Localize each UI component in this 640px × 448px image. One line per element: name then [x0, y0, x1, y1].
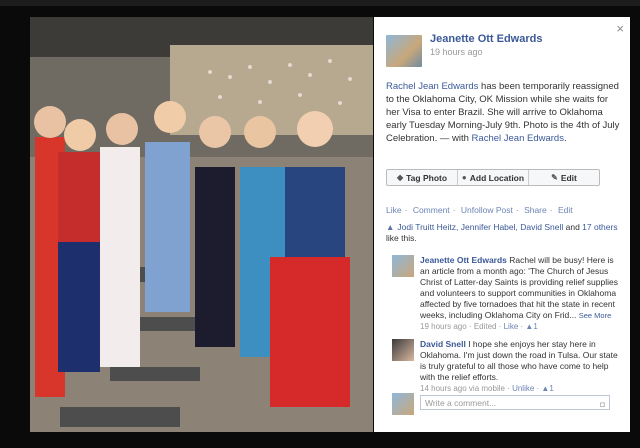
post-panel: × Jeanette Ott Edwards 19 hours ago Rach… — [374, 17, 630, 432]
caption-end: . — [563, 133, 567, 144]
others-link[interactable]: 17 others — [582, 222, 617, 232]
comment-like-count[interactable]: 1 — [533, 322, 537, 331]
comment-link[interactable]: Comment — [413, 205, 450, 215]
photo-actions: ◆ Tag Photo ● Add Location ✎ Edit — [386, 169, 600, 186]
comment-body: David Snell I hope she enjoys her stay h… — [420, 339, 618, 394]
with-person-link[interactable]: Rachel Jean Edwards — [472, 133, 564, 144]
edited-label[interactable]: Edited — [474, 322, 497, 331]
thumb-icon: ▲ — [386, 222, 395, 232]
top-bar — [0, 0, 640, 6]
commenter-name[interactable]: Jeanette Ott Edwards — [420, 255, 507, 265]
separator: · — [515, 205, 519, 215]
like-link[interactable]: Like — [386, 205, 402, 215]
commenter-name[interactable]: David Snell — [420, 339, 466, 349]
photo-viewer: × Jeanette Ott Edwards 19 hours ago Rach… — [0, 0, 640, 448]
commenter-avatar[interactable] — [392, 339, 414, 361]
likers-link[interactable]: Jodi Truitt Heitz, Jennifer Habel, David… — [397, 222, 563, 232]
likes-summary: ▲ Jodi Truitt Heitz, Jennifer Habel, Davi… — [386, 222, 620, 244]
location-pin-icon: ● — [461, 173, 467, 182]
author-name[interactable]: Jeanette Ott Edwards — [430, 33, 542, 45]
see-more-link[interactable]: See More — [579, 311, 612, 320]
comment-time[interactable]: 14 hours ago via mobile — [420, 384, 505, 393]
comment-meta: 19 hours ago · Edited · Like · ▲1 — [420, 322, 538, 331]
post-caption: Rachel Jean Edwards has been temporarily… — [386, 80, 620, 145]
comment-placeholder: Write a comment... — [425, 398, 497, 408]
comment-body: Jeanette Ott Edwards Rachel will be busy… — [420, 255, 618, 332]
edit-link[interactable]: Edit — [558, 205, 573, 215]
author-avatar[interactable] — [386, 35, 422, 67]
tag-icon: ◆ — [396, 173, 404, 182]
post-actions: Like · Comment · Unfollow Post · Share · Edi… — [386, 205, 576, 215]
tag-photo-label: Tag Photo — [406, 172, 448, 183]
share-link[interactable]: Share — [524, 205, 547, 215]
commenter-avatar[interactable] — [392, 255, 414, 277]
edit-label: Edit — [560, 172, 577, 183]
edit-button[interactable]: ✎ Edit — [529, 170, 599, 185]
comment-input[interactable]: Write a comment... ◘ — [420, 395, 610, 410]
separator: · — [549, 205, 553, 215]
close-icon[interactable]: × — [616, 21, 624, 36]
viewer-avatar — [392, 393, 414, 415]
separator: · — [404, 205, 408, 215]
likes-and: and — [563, 222, 583, 232]
comment-like-link[interactable]: Like — [504, 322, 519, 331]
separator: · — [452, 205, 456, 215]
comment-unlike-link[interactable]: Unlike — [512, 384, 534, 393]
unfollow-link[interactable]: Unfollow Post — [461, 205, 513, 215]
photo[interactable] — [30, 17, 373, 432]
comment-composer: Write a comment... ◘ — [392, 393, 614, 415]
post-time[interactable]: 19 hours ago — [430, 47, 483, 57]
add-location-button[interactable]: ● Add Location — [458, 170, 529, 185]
caption-person-link[interactable]: Rachel Jean Edwards — [386, 81, 478, 92]
comment-like-count[interactable]: 1 — [549, 384, 553, 393]
likes-end: like this. — [386, 233, 417, 243]
tag-photo-button[interactable]: ◆ Tag Photo — [387, 170, 458, 185]
comment-time[interactable]: 19 hours ago — [420, 322, 467, 331]
camera-icon[interactable]: ◘ — [600, 397, 605, 412]
add-location-label: Add Location — [469, 172, 525, 183]
photo-image — [30, 17, 373, 432]
pencil-icon: ✎ — [551, 173, 558, 182]
